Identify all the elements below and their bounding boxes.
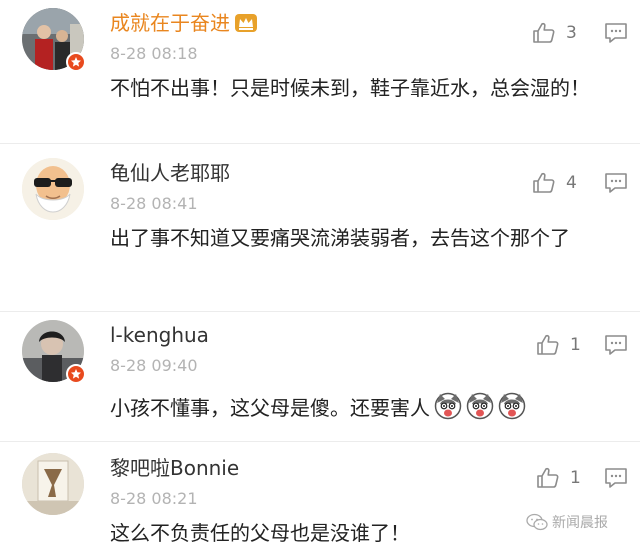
- reply-button[interactable]: [604, 22, 628, 44]
- like-button[interactable]: 1: [536, 463, 596, 493]
- comment-time: 8-28 08:41: [110, 194, 198, 213]
- username-text[interactable]: 成就在于奋进: [110, 11, 230, 35]
- thumbs-up-icon: [533, 22, 555, 43]
- comment-bubble-icon: [605, 173, 627, 193]
- username[interactable]: l-kenghua: [110, 322, 209, 348]
- reply-button[interactable]: [604, 334, 628, 356]
- like-button[interactable]: 1: [536, 330, 596, 360]
- like-button[interactable]: 4: [532, 168, 592, 198]
- comment-bubble-icon: [605, 468, 627, 488]
- husky-emoji-icon: [434, 392, 462, 420]
- like-count: 3: [566, 23, 577, 43]
- comment-text: 出了事不知道又要痛哭流涕装弱者，去告这个那个了: [110, 226, 570, 250]
- comment-time: 8-28 08:21: [110, 489, 198, 508]
- comment-bubble-icon: [605, 335, 627, 355]
- wechat-logo-icon: [526, 513, 548, 531]
- watermark-text: 新闻晨报: [552, 515, 608, 531]
- username[interactable]: 黎吧啦Bonnie: [110, 455, 239, 481]
- like-button[interactable]: 3: [532, 18, 592, 48]
- divider: [0, 143, 640, 144]
- comment-time: 8-28 09:40: [110, 356, 198, 375]
- comment-text: 小孩不懂事，这父母是傻。还要害人: [110, 392, 618, 424]
- comment-time: 8-28 08:18: [110, 44, 198, 63]
- avatar[interactable]: [22, 158, 84, 220]
- comment-text: 不怕不出事！只是时候未到，鞋子靠近水，总会湿的！: [110, 76, 590, 100]
- username[interactable]: 龟仙人老耶耶: [110, 160, 230, 186]
- like-count: 1: [570, 468, 581, 488]
- thumbs-up-icon: [533, 172, 555, 193]
- divider: [0, 441, 640, 442]
- avatar[interactable]: [22, 453, 84, 515]
- husky-emoji-icon: [498, 392, 526, 420]
- username[interactable]: 成就在于奋进: [110, 10, 258, 36]
- comment-item: 黎吧啦Bonnie 8-28 08:21 1 这么不负责任的父母也是没谁了！: [0, 453, 640, 551]
- comment-item: 成就在于奋进 8-28 08:18 3 不怕不出事！只是时候未到，鞋子靠近水，总…: [0, 8, 640, 138]
- thumbs-up-icon: [537, 467, 559, 488]
- reply-button[interactable]: [604, 467, 628, 489]
- verified-badge-icon: [66, 52, 86, 72]
- avatar-image: [22, 453, 84, 515]
- avatar-image: [22, 158, 84, 220]
- husky-emoji-icon: [466, 392, 494, 420]
- verified-badge-icon: [66, 364, 86, 384]
- like-count: 4: [566, 173, 577, 193]
- watermark: 新闻晨报: [526, 512, 608, 532]
- like-count: 1: [570, 335, 581, 355]
- crown-icon: [234, 13, 258, 33]
- divider: [0, 311, 640, 312]
- comment-bubble-icon: [605, 23, 627, 43]
- thumbs-up-icon: [537, 334, 559, 355]
- comment-item: 龟仙人老耶耶 8-28 08:41 4 出了事不知道又要痛哭流涕装弱者，去告这个…: [0, 158, 640, 306]
- reply-button[interactable]: [604, 172, 628, 194]
- comment-item: l-kenghua 8-28 09:40 1 小孩不懂事，这父母是傻。还要害人: [0, 320, 640, 438]
- comment-text-body: 小孩不懂事，这父母是傻。还要害人: [110, 396, 430, 420]
